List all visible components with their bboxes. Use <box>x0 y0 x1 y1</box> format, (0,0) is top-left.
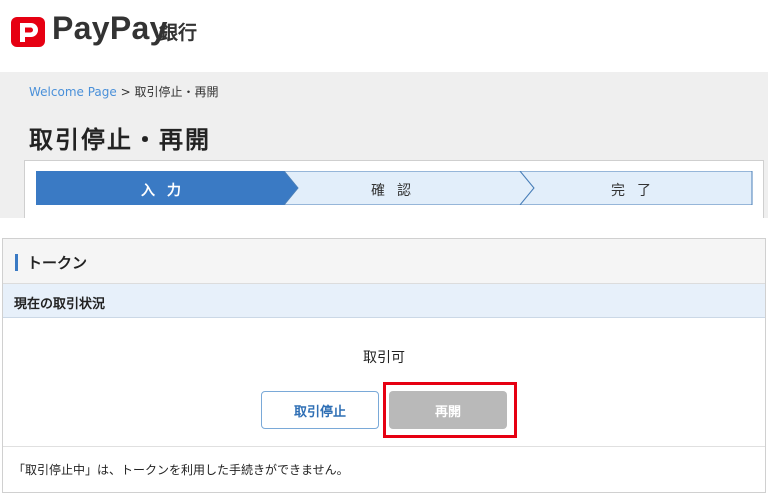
step-indicator: 入力 確認 完了 <box>36 171 753 205</box>
status-header-label: 現在の取引状況 <box>14 297 106 312</box>
token-panel: トークン 現在の取引状況 取引可 取引停止 再開 「取引停止中」は、トークンを利… <box>2 238 766 493</box>
brand-sub: 銀行 <box>159 22 198 44</box>
notice-text: 「取引停止中」は、トークンを利用した手続きができません。 <box>13 463 349 477</box>
paypay-logo-icon <box>11 17 45 47</box>
step-input-label: 入力 <box>141 183 193 199</box>
status-value: 取引可 <box>363 350 405 366</box>
step-confirm-label: 確認 <box>371 183 423 199</box>
divider <box>3 446 765 447</box>
step-complete-label: 完了 <box>611 183 663 199</box>
section-header: トークン <box>3 239 765 284</box>
section-title: トークン <box>27 254 88 272</box>
breadcrumb-current: 取引停止・再開 <box>134 85 219 99</box>
status-header: 現在の取引状況 <box>3 284 765 318</box>
suspend-button[interactable]: 取引停止 <box>261 391 379 429</box>
breadcrumb-link-welcome[interactable]: Welcome Page <box>29 85 117 99</box>
breadcrumb-separator: > <box>116 85 135 99</box>
breadcrumb: Welcome Page > 取引停止・再開 <box>29 83 218 100</box>
page-title: 取引停止・再開 <box>29 126 211 154</box>
header: PayPay 銀行 <box>0 0 768 72</box>
brand-name: PayPay <box>52 10 168 46</box>
section-accent-bar <box>15 254 18 271</box>
resume-button[interactable]: 再開 <box>389 391 507 429</box>
